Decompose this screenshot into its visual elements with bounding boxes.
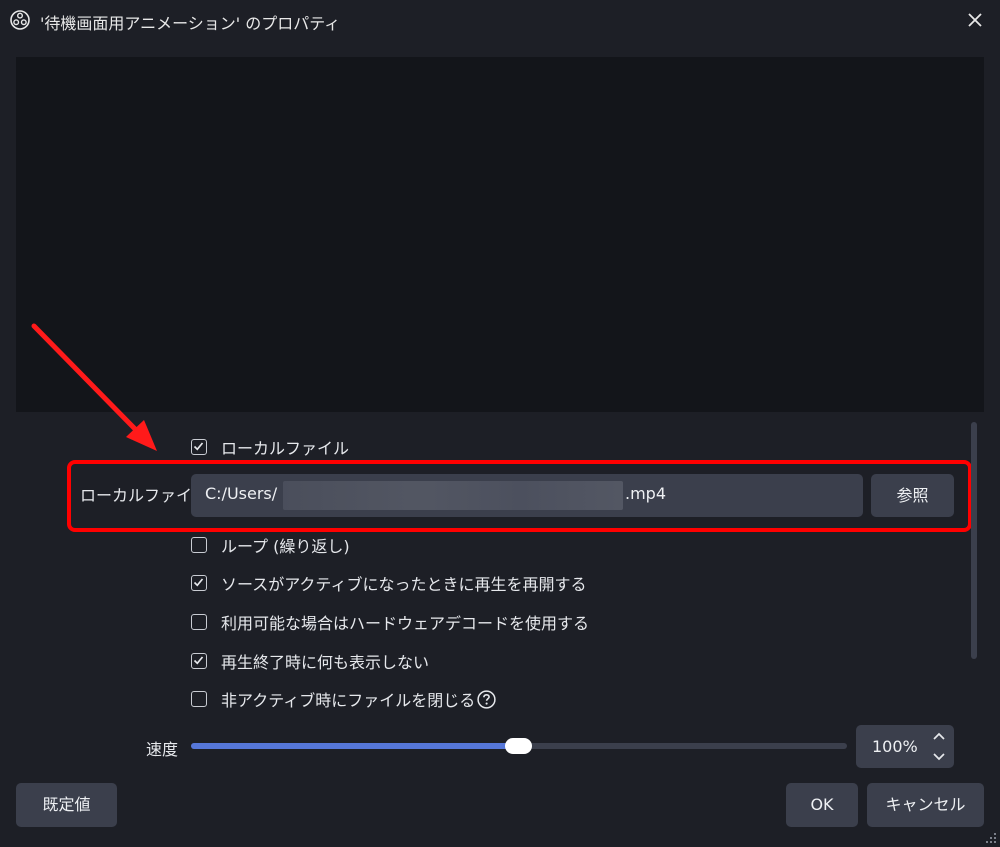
speed-slider-fill [191, 743, 519, 749]
restart-on-active-label: ソースがアクティブになったときに再生を再開する [221, 575, 587, 594]
speed-label: 速度 [146, 740, 179, 759]
annotation-highlight-box [67, 460, 972, 532]
resize-grip-icon[interactable] [985, 832, 997, 844]
show-nothing-on-end-checkbox[interactable]: 再生終了時に何も表示しない [191, 649, 429, 673]
scrollbar-thumb[interactable] [971, 422, 977, 659]
defaults-button[interactable]: 既定値 [16, 783, 117, 827]
cancel-button[interactable]: キャンセル [867, 783, 984, 827]
local-file-checkbox[interactable]: ローカルファイル [191, 435, 349, 459]
close-icon[interactable] [962, 7, 988, 33]
speed-value: 100% [872, 737, 918, 756]
checkbox-unchecked[interactable] [191, 691, 207, 707]
speed-spinbox[interactable]: 100% [856, 725, 954, 768]
chevron-down-icon[interactable] [927, 747, 951, 766]
hw-decode-checkbox[interactable]: 利用可能な場合はハードウェアデコードを使用する [191, 610, 589, 634]
checkbox-checked[interactable] [191, 575, 207, 591]
ok-button[interactable]: OK [786, 783, 858, 827]
checkmark-icon [193, 578, 204, 587]
checkbox-checked[interactable] [191, 653, 207, 669]
checkbox-unchecked[interactable] [191, 614, 207, 630]
chevron-up-icon[interactable] [927, 727, 951, 746]
speed-slider-handle[interactable] [505, 738, 532, 754]
show-nothing-on-end-label: 再生終了時に何も表示しない [221, 653, 430, 672]
speed-slider[interactable] [191, 738, 847, 754]
close-file-inactive-checkbox[interactable]: 非アクティブ時にファイルを閉じる [191, 687, 496, 711]
window-title: '待機画面用アニメーション' のプロパティ [40, 14, 341, 33]
checkbox-unchecked[interactable] [191, 537, 207, 553]
loop-label: ループ (繰り返し) [221, 537, 350, 556]
vertical-scrollbar[interactable] [968, 422, 980, 767]
help-icon[interactable] [477, 689, 496, 709]
restart-on-active-checkbox[interactable]: ソースがアクティブになったときに再生を再開する [191, 571, 586, 595]
source-preview [16, 57, 984, 412]
local-file-checkbox-label: ローカルファイル [221, 439, 350, 458]
title-bar: '待機画面用アニメーション' のプロパティ [0, 0, 1000, 40]
checkbox-checked[interactable] [191, 439, 207, 455]
hw-decode-label: 利用可能な場合はハードウェアデコードを使用する [221, 614, 590, 633]
checkmark-icon [193, 656, 204, 665]
checkmark-icon [193, 442, 204, 451]
close-file-inactive-label: 非アクティブ時にファイルを閉じる [221, 691, 476, 710]
loop-checkbox[interactable]: ループ (繰り返し) [191, 533, 350, 557]
obs-logo-icon [10, 10, 30, 30]
